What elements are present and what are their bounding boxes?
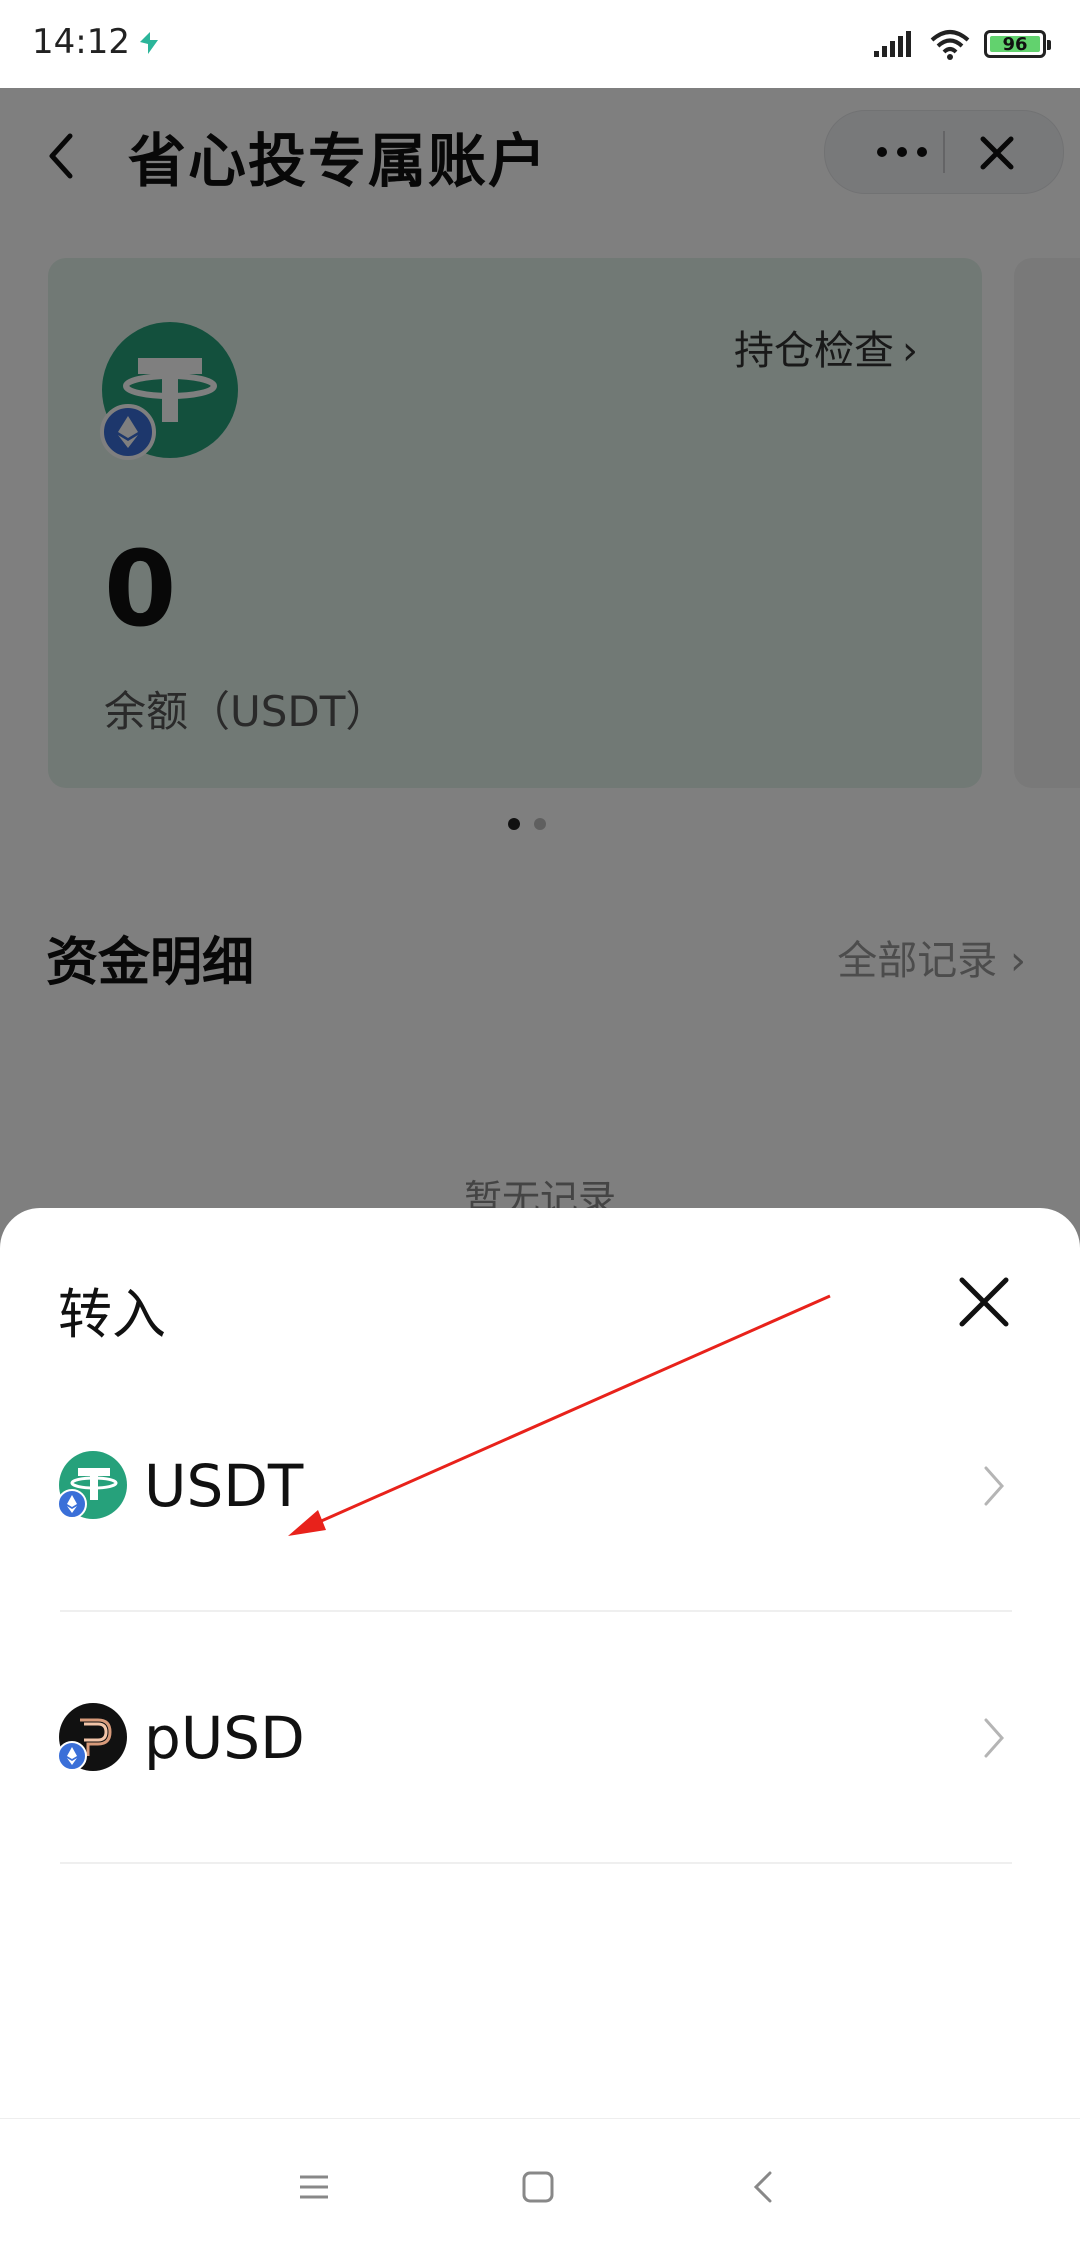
battery-icon: 96 <box>984 30 1051 58</box>
app-notification-icon <box>140 32 158 54</box>
usdt-coin-icon <box>58 1451 127 1519</box>
wifi-icon <box>930 30 970 60</box>
close-icon[interactable] <box>956 1274 1012 1330</box>
coin-label: pUSD <box>144 1704 305 1772</box>
divider <box>60 1862 1012 1864</box>
status-bar: 14:12 96 <box>0 0 1080 88</box>
list-item-usdt[interactable]: USDT <box>58 1360 1022 1612</box>
pusd-coin-icon <box>58 1703 127 1771</box>
status-time: 14:12 <box>32 22 130 62</box>
home-icon[interactable] <box>518 2167 558 2207</box>
signal-icon <box>874 31 911 57</box>
menu-icon[interactable] <box>294 2167 334 2207</box>
transfer-in-sheet: 转入 USDT pUSD <box>0 1208 1080 2118</box>
coin-label: USDT <box>144 1452 304 1520</box>
chevron-right-icon <box>984 1466 1005 1506</box>
chevron-right-icon <box>984 1718 1005 1758</box>
sheet-title: 转入 <box>58 1283 166 1346</box>
battery-level: 96 <box>1002 33 1028 55</box>
system-nav-bar <box>0 2118 1080 2249</box>
back-icon[interactable] <box>744 2167 784 2207</box>
list-item-pusd[interactable]: pUSD <box>58 1612 1022 1864</box>
